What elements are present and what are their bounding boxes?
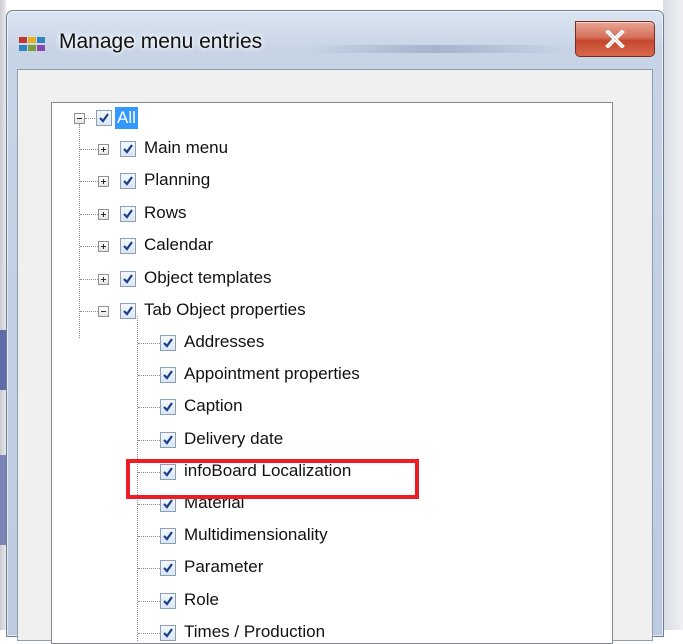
tree-label-appointment-properties[interactable]: Appointment properties bbox=[184, 364, 360, 384]
tree-node-planning[interactable]: Planning bbox=[52, 167, 472, 197]
tree-node-appointment-properties[interactable]: Appointment properties bbox=[52, 361, 512, 391]
tree-node-delivery-date[interactable]: Delivery date bbox=[52, 426, 512, 456]
tree-label-tab-object-properties[interactable]: Tab Object properties bbox=[144, 300, 306, 320]
tree-node-tab-object-properties[interactable]: Tab Object properties bbox=[52, 297, 472, 327]
checkbox-planning[interactable] bbox=[120, 173, 136, 190]
tree-label-calendar[interactable]: Calendar bbox=[144, 235, 213, 255]
collapse-expander-icon[interactable] bbox=[74, 113, 85, 124]
title-bar[interactable]: Manage menu entries bbox=[7, 11, 663, 69]
background-window-right bbox=[663, 0, 683, 630]
checkbox-caption[interactable] bbox=[160, 399, 176, 416]
tree-label-object-templates[interactable]: Object templates bbox=[144, 268, 272, 288]
expand-expander-icon[interactable] bbox=[98, 241, 109, 253]
tree-node-multidimensionality[interactable]: Multidimensionality bbox=[52, 522, 512, 552]
checkmark-icon bbox=[163, 531, 173, 541]
checkmark-icon bbox=[123, 273, 133, 284]
checkbox-multidimensionality[interactable] bbox=[160, 528, 176, 545]
checkbox-main-menu[interactable] bbox=[120, 141, 136, 157]
checkmark-icon bbox=[163, 338, 173, 348]
manage-menu-entries-dialog: Manage menu entries All Main menu Plannin… bbox=[6, 10, 664, 644]
tree-label-caption[interactable]: Caption bbox=[184, 396, 243, 416]
checkbox-rows[interactable] bbox=[120, 205, 136, 222]
tree-label-parameter[interactable]: Parameter bbox=[184, 557, 263, 577]
checkmark-icon bbox=[163, 499, 173, 509]
tree-label-all[interactable]: All bbox=[115, 107, 138, 129]
dialog-client-area: All Main menu Planning Rows Calendar Object … bbox=[17, 69, 653, 644]
checkbox-tab-object-properties[interactable] bbox=[120, 303, 136, 319]
checkmark-icon bbox=[163, 628, 173, 638]
expand-expander-icon[interactable] bbox=[98, 273, 109, 285]
menu-entries-tree[interactable]: All Main menu Planning Rows Calendar Object … bbox=[51, 102, 613, 644]
background-text-strip bbox=[0, 0, 683, 2]
checkbox-appointment-properties[interactable] bbox=[160, 367, 176, 384]
tree-node-caption[interactable]: Caption bbox=[52, 393, 512, 423]
checkbox-addresses[interactable] bbox=[160, 335, 176, 351]
expand-expander-icon[interactable] bbox=[98, 144, 109, 155]
tree-label-multidimensionality[interactable]: Multidimensionality bbox=[184, 525, 328, 545]
tree-label-times-production[interactable]: Times / Production bbox=[184, 622, 325, 642]
checkmark-icon bbox=[123, 176, 133, 187]
checkbox-delivery-date[interactable] bbox=[160, 431, 176, 448]
window-title: Manage menu entries bbox=[59, 30, 263, 53]
highlight-annotation-box bbox=[126, 459, 419, 499]
checkmark-icon bbox=[163, 434, 173, 445]
expand-expander-icon[interactable] bbox=[98, 176, 109, 188]
checkbox-times-production[interactable] bbox=[160, 624, 176, 641]
checkbox-role[interactable] bbox=[160, 592, 176, 609]
checkmark-icon bbox=[163, 370, 173, 380]
checkmark-icon bbox=[163, 563, 173, 574]
tree-node-role[interactable]: Role bbox=[52, 587, 512, 617]
checkbox-all[interactable] bbox=[96, 110, 112, 126]
app-icon bbox=[19, 37, 45, 51]
checkmark-icon bbox=[163, 595, 173, 606]
tree-node-main-menu[interactable]: Main menu bbox=[52, 135, 472, 165]
collapse-expander-icon[interactable] bbox=[98, 306, 109, 317]
tree-node-calendar[interactable]: Calendar bbox=[52, 232, 472, 262]
tree-label-rows[interactable]: Rows bbox=[144, 203, 187, 223]
checkbox-calendar[interactable] bbox=[120, 238, 136, 255]
title-glow bbox=[307, 45, 567, 53]
checkmark-icon bbox=[123, 144, 133, 154]
tree-label-addresses[interactable]: Addresses bbox=[184, 332, 264, 352]
tree-node-all[interactable]: All bbox=[52, 103, 352, 133]
tree-label-main-menu[interactable]: Main menu bbox=[144, 138, 228, 158]
tree-node-rows[interactable]: Rows bbox=[52, 200, 472, 230]
checkmark-icon bbox=[123, 209, 133, 219]
checkmark-icon bbox=[163, 402, 173, 413]
tree-node-addresses[interactable]: Addresses bbox=[52, 329, 512, 359]
checkmark-icon bbox=[99, 113, 109, 123]
checkmark-icon bbox=[123, 241, 133, 251]
tree-label-planning[interactable]: Planning bbox=[144, 170, 210, 190]
tree-node-parameter[interactable]: Parameter bbox=[52, 554, 512, 584]
close-icon bbox=[605, 30, 625, 48]
expand-expander-icon[interactable] bbox=[98, 208, 109, 220]
close-button[interactable] bbox=[575, 21, 655, 57]
checkbox-parameter[interactable] bbox=[160, 560, 176, 577]
checkbox-object-templates[interactable] bbox=[120, 270, 136, 287]
tree-label-delivery-date[interactable]: Delivery date bbox=[184, 429, 283, 449]
tree-node-object-templates[interactable]: Object templates bbox=[52, 265, 472, 295]
checkmark-icon bbox=[123, 306, 133, 316]
tree-node-times-production[interactable]: Times / Production bbox=[52, 619, 512, 643]
tree-label-role[interactable]: Role bbox=[184, 590, 219, 610]
